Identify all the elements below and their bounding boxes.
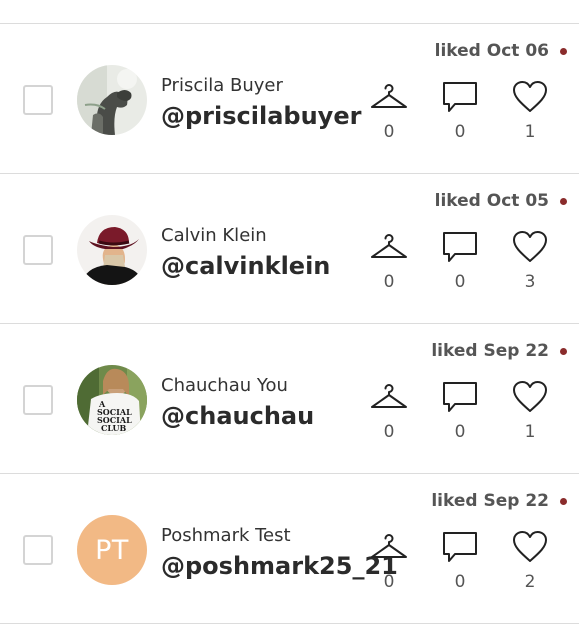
user-name[interactable]: Priscila Buyer xyxy=(161,75,283,96)
user-name[interactable]: Chauchau You xyxy=(161,375,288,396)
select-checkbox[interactable] xyxy=(23,85,53,115)
closet-stat[interactable]: 0 xyxy=(367,379,411,442)
hanger-icon xyxy=(367,379,411,415)
comment-count: 0 xyxy=(454,122,466,142)
heart-icon xyxy=(508,379,552,415)
like-count: 2 xyxy=(524,572,536,592)
unread-dot xyxy=(560,198,567,205)
comment-count: 0 xyxy=(454,272,466,292)
closet-count: 0 xyxy=(383,572,395,592)
like-count: 1 xyxy=(524,122,536,142)
closet-stat[interactable]: 0 xyxy=(367,229,411,292)
select-checkbox[interactable] xyxy=(23,385,53,415)
liked-date: liked Sep 22 xyxy=(431,341,549,361)
select-checkbox[interactable] xyxy=(23,535,53,565)
user-handle[interactable]: @poshmark25_21 xyxy=(161,552,398,580)
closet-count: 0 xyxy=(383,122,395,142)
closet-count: 0 xyxy=(383,422,395,442)
closet-count: 0 xyxy=(383,272,395,292)
user-name[interactable]: Poshmark Test xyxy=(161,525,291,546)
avatar[interactable] xyxy=(77,215,147,285)
speech-bubble-icon xyxy=(438,529,482,565)
user-name[interactable]: Calvin Klein xyxy=(161,225,267,246)
hanger-icon xyxy=(367,79,411,115)
comments-stat[interactable]: 0 xyxy=(438,529,482,592)
select-checkbox[interactable] xyxy=(23,235,53,265)
heart-icon xyxy=(508,79,552,115)
liked-date: liked Oct 05 xyxy=(434,191,549,211)
closet-stat[interactable]: 0 xyxy=(367,529,411,592)
shirt-text: CLUB xyxy=(101,423,127,433)
user-handle[interactable]: @chauchau xyxy=(161,402,314,430)
speech-bubble-icon xyxy=(438,79,482,115)
heart-icon xyxy=(508,229,552,265)
hanger-icon xyxy=(367,229,411,265)
comments-stat[interactable]: 0 xyxy=(438,229,482,292)
list-item: PT Poshmark Test @poshmark25_21 liked Se… xyxy=(0,474,579,624)
like-count: 3 xyxy=(524,272,536,292)
speech-bubble-icon xyxy=(438,379,482,415)
unread-dot xyxy=(560,48,567,55)
liked-date: liked Sep 22 xyxy=(431,491,549,511)
avatar[interactable]: A SOCIAL SOCIAL CLUB xyxy=(77,365,147,435)
unread-dot xyxy=(560,348,567,355)
likes-stat[interactable]: 2 xyxy=(508,529,552,592)
user-handle[interactable]: @priscilabuyer xyxy=(161,102,361,130)
closet-stat[interactable]: 0 xyxy=(367,79,411,142)
comment-count: 0 xyxy=(454,422,466,442)
likes-stat[interactable]: 1 xyxy=(508,79,552,142)
comment-count: 0 xyxy=(454,572,466,592)
comments-stat[interactable]: 0 xyxy=(438,79,482,142)
likes-list: Priscila Buyer @priscilabuyer liked Oct … xyxy=(0,24,579,624)
unread-dot xyxy=(560,498,567,505)
comments-stat[interactable]: 0 xyxy=(438,379,482,442)
like-count: 1 xyxy=(524,422,536,442)
heart-icon xyxy=(508,529,552,565)
user-handle[interactable]: @calvinklein xyxy=(161,252,330,280)
list-item: Calvin Klein @calvinklein liked Oct 05 0… xyxy=(0,174,579,324)
liked-date: liked Oct 06 xyxy=(434,41,549,61)
list-item: Priscila Buyer @priscilabuyer liked Oct … xyxy=(0,24,579,174)
speech-bubble-icon xyxy=(438,229,482,265)
likes-stat[interactable]: 3 xyxy=(508,229,552,292)
hanger-icon xyxy=(367,529,411,565)
likes-stat[interactable]: 1 xyxy=(508,379,552,442)
avatar[interactable] xyxy=(77,65,147,135)
avatar[interactable]: PT xyxy=(77,515,147,585)
list-item: A SOCIAL SOCIAL CLUB Chauchau You @chauc… xyxy=(0,324,579,474)
